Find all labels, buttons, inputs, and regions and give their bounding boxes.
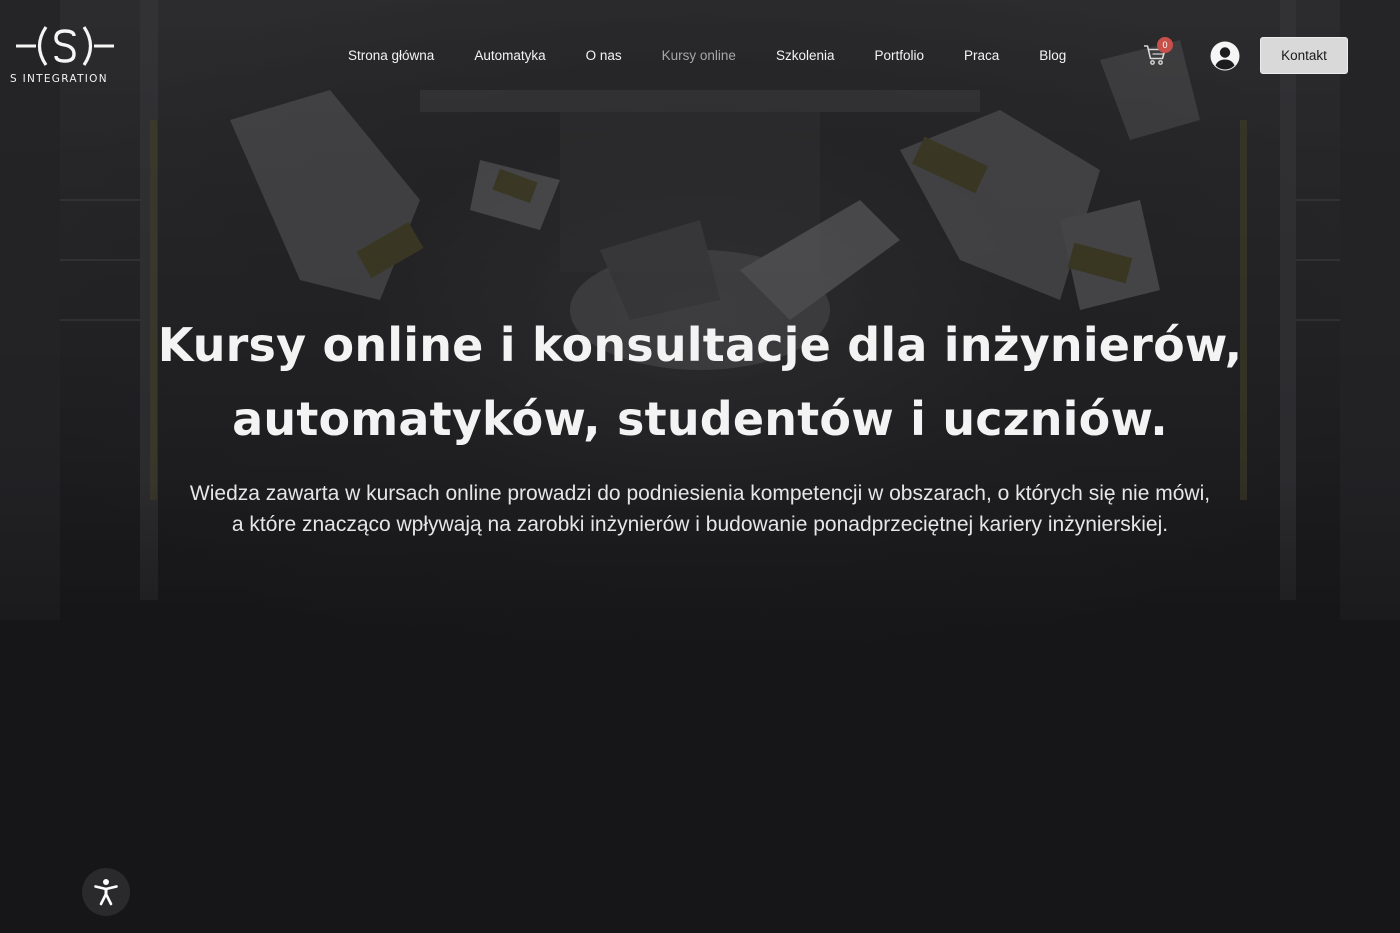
hero-subtitle-line-2: a które znacząco wpływają na zarobki inż… xyxy=(231,513,1169,536)
cart-count-badge: 0 xyxy=(1157,37,1173,53)
logo-wordmark: S INTEGRATION xyxy=(10,73,108,85)
accessibility-icon xyxy=(94,879,118,906)
logo-mark-icon xyxy=(16,26,114,66)
page: S INTEGRATION Strona główna Automatyka O… xyxy=(0,0,1400,933)
hero-title-line-1: Kursy online i konsultacje dla inżynieró… xyxy=(157,318,1243,372)
hero-title: Kursy online i konsultacje dla inżynieró… xyxy=(100,308,1300,456)
nav-item-strona-glowna[interactable]: Strona główna xyxy=(348,48,434,63)
main-navigation: Strona główna Automatyka O nas Kursy onl… xyxy=(348,46,1066,64)
account-button[interactable] xyxy=(1210,41,1240,71)
hero-subtitle: Wiedza zawarta w kursach online prowadzi… xyxy=(100,478,1300,540)
nav-item-kursy-online[interactable]: Kursy online xyxy=(662,48,736,63)
nav-item-o-nas[interactable]: O nas xyxy=(586,48,622,63)
hero-subtitle-line-1: Wiedza zawarta w kursach online prowadzi… xyxy=(189,482,1211,505)
nav-item-blog[interactable]: Blog xyxy=(1039,48,1066,63)
nav-item-praca[interactable]: Praca xyxy=(964,48,999,63)
nav-item-portfolio[interactable]: Portfolio xyxy=(874,48,924,63)
contact-button[interactable]: Kontakt xyxy=(1260,37,1348,74)
nav-item-automatyka[interactable]: Automatyka xyxy=(474,48,545,63)
hero-title-line-2: automatyków, studentów i uczniów. xyxy=(232,392,1168,446)
accessibility-button[interactable] xyxy=(82,868,130,916)
site-logo[interactable]: S INTEGRATION xyxy=(10,24,120,86)
user-circle-icon xyxy=(1210,41,1240,71)
nav-item-szkolenia[interactable]: Szkolenia xyxy=(776,48,835,63)
